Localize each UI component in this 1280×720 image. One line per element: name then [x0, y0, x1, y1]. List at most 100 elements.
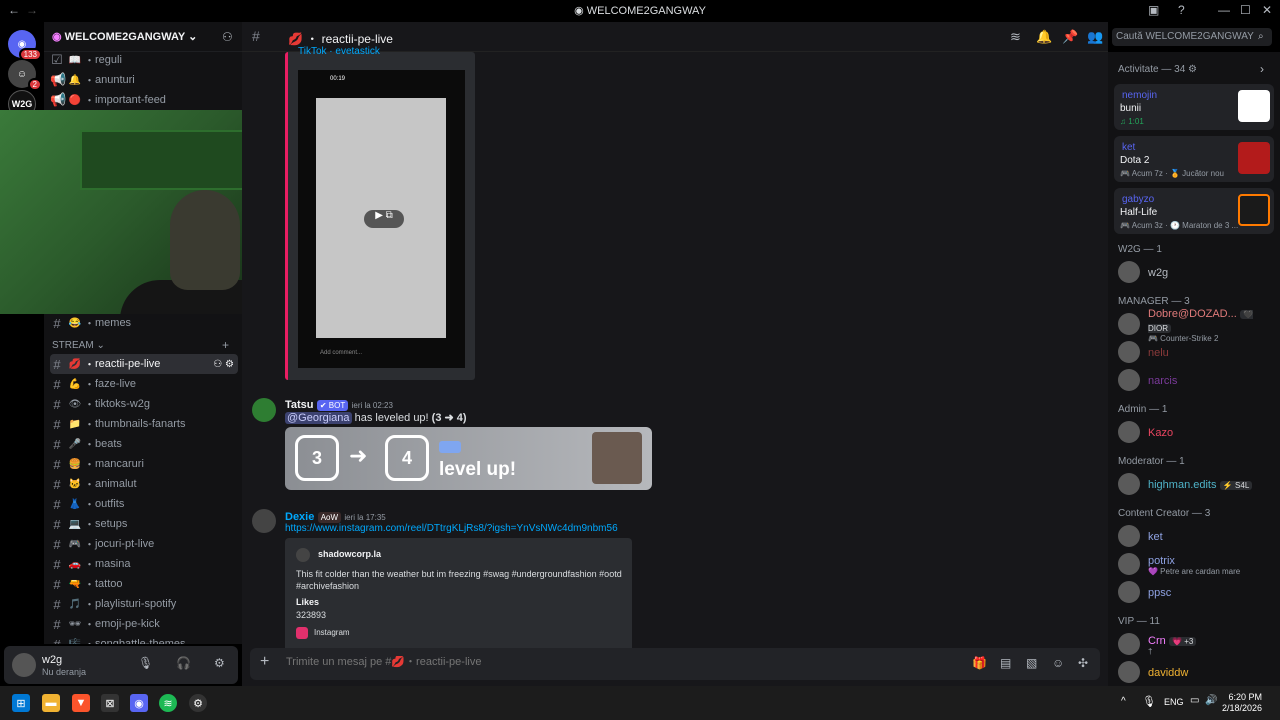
members-icon[interactable]: 👥 [1087, 29, 1103, 45]
member-row[interactable]: daviddw [1118, 660, 1278, 684]
close-button[interactable]: ✕ [1262, 3, 1272, 17]
avatar[interactable] [252, 509, 276, 533]
app-icon[interactable]: ⚙ [189, 694, 207, 712]
channel-emoji: 🐱 [68, 478, 82, 490]
category-stream[interactable]: STREAM ⌄ [52, 340, 105, 351]
pin-icon[interactable]: 📌 [1062, 29, 1078, 45]
channel-beats[interactable]: # 🎤 ・ beats [50, 434, 238, 454]
channel-jocuri-pt-live[interactable]: # 🎮 ・ jocuri-pt-live [50, 534, 238, 554]
chevron-right-icon[interactable]: › [1260, 62, 1264, 76]
embed-site[interactable]: shadowcorp.la [318, 549, 381, 559]
channel-memes[interactable]: # 😂 ・ memes [50, 313, 238, 333]
channel-faze-live[interactable]: # 💪 ・ faze-live [50, 374, 238, 394]
member-row[interactable]: Crn 💗 +3 † [1118, 632, 1278, 656]
channel-mancaruri[interactable]: # 🍔 ・ mancaruri [50, 454, 238, 474]
hash-icon: # [53, 476, 61, 492]
channel-reactii-pe-live[interactable]: # 💋 ・ reactii-pe-live ⚇ ⚙ [50, 354, 238, 374]
channel-label: songbattle-themes [95, 638, 186, 644]
member-row[interactable]: ppsc [1118, 580, 1278, 604]
channel-playlisturi-spotify[interactable]: # 🎵 ・ playlisturi-spotify [50, 594, 238, 614]
hash-icon: # [53, 416, 61, 432]
discord-taskbar-icon[interactable]: ◉ [130, 694, 148, 712]
spotify-icon[interactable]: ≋ [159, 694, 177, 712]
activity-card[interactable]: nemojin bunii ♫ 1:01 [1114, 84, 1274, 130]
emoji-icon[interactable]: ☺ [1052, 656, 1064, 670]
server-header[interactable]: ◉ WELCOME2GANGWAY ⌄ ⚇ [44, 22, 242, 52]
message-author[interactable]: Tatsu [285, 399, 314, 411]
headphones-icon[interactable]: 🎧 [176, 656, 191, 670]
embed-title[interactable]: TikTok · evetastick [298, 46, 380, 57]
channel-settings-icon[interactable]: ⚇ ⚙ [213, 359, 234, 370]
network-icon[interactable]: ▭ [1190, 695, 1199, 706]
search-input[interactable]: Caută WELCOME2GANGWAY ⌕ [1112, 28, 1272, 46]
add-attachment-icon[interactable]: + [260, 653, 269, 671]
gif-icon[interactable]: ▤ [1000, 656, 1011, 670]
channel-reguli[interactable]: ☑ 📖 ・ reguli [50, 50, 238, 70]
add-channel-icon[interactable]: + [222, 338, 229, 352]
language-indicator[interactable]: ENG [1164, 697, 1184, 707]
hash-icon: # [53, 596, 61, 612]
activity-card[interactable]: ket Dota 2 🎮 Acum 7z · 🏅 Jucător nou [1114, 136, 1274, 182]
taskview-icon[interactable]: ⊠ [101, 694, 119, 712]
arrow-right-icon: ➜ [349, 443, 368, 468]
microphone-icon[interactable]: 🎙 [138, 656, 153, 670]
minimize-button[interactable]: — [1218, 3, 1230, 17]
user-mention[interactable]: @Georgiana [285, 412, 352, 424]
member-row[interactable]: Dobre@DOZAD... 🖤 DIOR 🎮 Counter-Strike 2 [1118, 308, 1278, 343]
channel-tiktoks-w2g[interactable]: # 👁 ・ tiktoks-w2g [50, 394, 238, 414]
channel-important-feed[interactable]: 📢 🔴 ・ important-feed [50, 90, 238, 110]
clock[interactable]: 6:20 PM 2/18/2026 [1222, 692, 1262, 714]
volume-icon[interactable]: 🔊 [1205, 695, 1217, 706]
channel-separator: ・ [84, 636, 95, 644]
channel-separator: ・ [84, 318, 95, 330]
file-explorer-icon[interactable]: ▬ [42, 694, 60, 712]
message-header: Dexie AoW ieri la 17:35 [285, 509, 386, 523]
member-row[interactable]: highman.edits ⚡ S4L [1118, 472, 1278, 496]
settings-icon[interactable]: ⚙ [214, 656, 225, 670]
tray-chevron-icon[interactable]: ^ [1121, 696, 1126, 707]
avatar[interactable] [252, 398, 276, 422]
invite-icon[interactable]: ⚇ [222, 30, 233, 44]
tiktok-embed[interactable]: TikTok · evetastick 00:19 ▶ ⧉ Add commen… [285, 46, 475, 380]
channel-thumbnails-fanarts[interactable]: # 📁 ・ thumbnails-fanarts [50, 414, 238, 434]
channel-tattoo[interactable]: # 🔫 ・ tattoo [50, 574, 238, 594]
video-preview[interactable]: 00:19 ▶ ⧉ Add comment... [298, 70, 465, 368]
sticker-icon[interactable]: ▧ [1026, 656, 1037, 670]
channel-title: 💋 ・ reactii-pe-live [288, 32, 393, 46]
member-row[interactable]: nelu [1118, 340, 1278, 364]
channel-animalut[interactable]: # 🐱 ・ animalut [50, 474, 238, 494]
tray-mic-icon[interactable]: 🎙 [1142, 695, 1156, 708]
channel-emoji: 🎵 [68, 598, 82, 610]
channel-outfits[interactable]: # 👗 ・ outfits [50, 494, 238, 514]
help-icon[interactable]: ? [1178, 3, 1185, 17]
channel-masina[interactable]: # 🚗 ・ masina [50, 554, 238, 574]
bell-icon[interactable]: 🔔 [1036, 29, 1052, 45]
message-author[interactable]: Dexie [285, 511, 314, 523]
instagram-link[interactable]: https://www.instagram.com/reel/DTtrgKLjR… [285, 523, 618, 534]
channel-anunturi[interactable]: 📢 🔔 ・ anunturi [50, 70, 238, 90]
channel-emoji-pe-kick[interactable]: # 🕶 ・ emoji-pe-kick [50, 614, 238, 634]
play-icon[interactable]: ▶ ⧉ [364, 210, 404, 228]
inbox-icon[interactable]: ▣ [1148, 3, 1159, 17]
apps-icon[interactable]: ✣ [1078, 656, 1088, 670]
member-row[interactable]: w2g [1118, 260, 1278, 284]
threads-icon[interactable]: ≋ [1010, 29, 1021, 45]
server-discord[interactable]: ◉ 133 [8, 30, 42, 61]
message-input[interactable] [286, 656, 786, 668]
server-dm[interactable]: ☺ 2 [8, 60, 42, 91]
member-row[interactable]: potrix 💜 Petre are cardan mare [1118, 552, 1278, 576]
activity-card[interactable]: gabyzo Half-Life 🎮 Acum 3z · 🕐 Maraton d… [1114, 188, 1274, 234]
channel-songbattle-themes[interactable]: # 🎼・songbattle-themes [50, 634, 238, 645]
member-row[interactable]: Kazo [1118, 420, 1278, 444]
brave-icon[interactable]: ▼ [72, 694, 90, 712]
member-row[interactable]: narcis [1118, 368, 1278, 392]
user-photo [592, 432, 642, 484]
channel-setups[interactable]: # 💻 ・ setups [50, 514, 238, 534]
gift-icon[interactable]: 🎁 [972, 656, 987, 670]
windows-start-icon[interactable]: ⊞ [12, 694, 30, 712]
maximize-button[interactable]: ☐ [1240, 3, 1251, 17]
avatar[interactable] [12, 653, 36, 677]
member-name: ket [1148, 531, 1163, 543]
window-title-text: WELCOME2GANGWAY [586, 5, 706, 17]
member-row[interactable]: ket [1118, 524, 1278, 548]
